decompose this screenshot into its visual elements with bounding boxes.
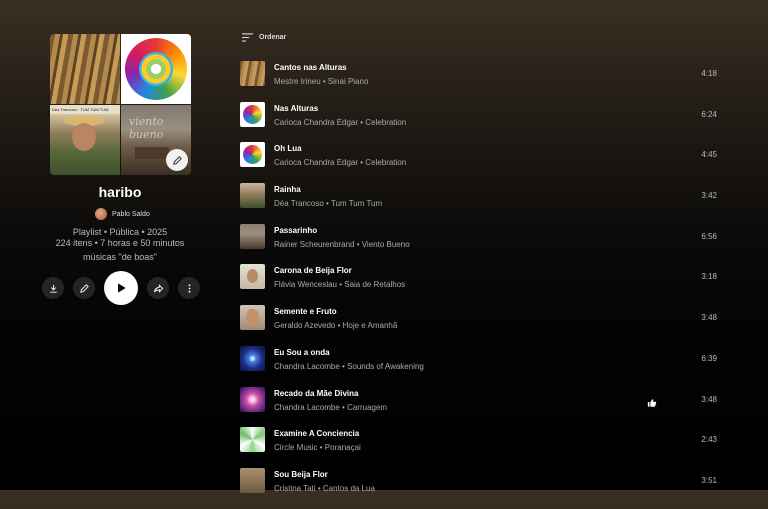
play-icon <box>118 283 126 293</box>
track-subtitle[interactable]: Carioca Chandra Edgar • Celebration <box>274 118 406 127</box>
track-thumbnail[interactable] <box>240 467 265 493</box>
track-thumbnail[interactable] <box>240 305 265 331</box>
playlist-actions <box>42 271 200 305</box>
track-duration: 4:45 <box>701 150 717 160</box>
track-thumbnail[interactable] <box>240 427 265 453</box>
play-button[interactable] <box>104 271 138 305</box>
like-button[interactable] <box>647 395 657 413</box>
house-shape <box>135 147 169 159</box>
track-thumbnail[interactable] <box>240 61 265 86</box>
track-duration: 6:39 <box>701 353 717 363</box>
track-thumbnail[interactable] <box>240 223 265 249</box>
cover-tile-3: Déa Trancoso · TUM TUM TUM <box>50 105 120 175</box>
share-icon <box>153 283 163 293</box>
track-row[interactable]: Rainha Déa Trancoso • Tum Tum Tum 3:42 <box>240 183 768 224</box>
track-list: Cantos nas Alturas Mestre Irineu • Sinai… <box>240 61 768 509</box>
track-thumbnail[interactable] <box>240 101 265 127</box>
pencil-icon <box>172 155 182 165</box>
download-icon <box>49 284 57 293</box>
track-thumbnail[interactable] <box>240 142 265 168</box>
track-duration: 6:24 <box>701 109 717 119</box>
sort-button[interactable]: Ordenar <box>242 33 286 42</box>
track-row[interactable]: Recado da Mãe Divina Chandra Lacombe • C… <box>240 386 768 428</box>
track-duration: 3:48 <box>701 394 717 404</box>
track-subtitle[interactable]: Déa Trancoso • Tum Tum Tum <box>274 199 382 208</box>
track-subtitle[interactable]: Circle Music • Poranaçai <box>274 443 361 452</box>
playlist-type-line: Playlist • Pública • 2025 <box>72 227 168 237</box>
playlist-stats-line: 224 itens • 7 horas e 50 minutos <box>55 238 185 248</box>
track-subtitle[interactable]: Flávia Wenceslau • Saia de Retalhos <box>274 280 405 289</box>
track-duration: 3:18 <box>701 272 717 282</box>
track-subtitle[interactable]: Carioca Chandra Edgar • Celebration <box>274 158 406 167</box>
track-row[interactable]: Sou Beija Flor Cristina Tati • Cantos da… <box>240 467 768 509</box>
cover-tile-2 <box>121 34 191 104</box>
owner-name: Pablo Saldo <box>112 210 150 218</box>
sort-label: Ordenar <box>259 34 287 41</box>
track-title[interactable]: Passarinho <box>274 226 317 235</box>
playlist-owner[interactable]: Pablo Saldo <box>95 208 150 220</box>
track-subtitle[interactable]: Mestre Irineu • Sinai Piano <box>274 77 368 86</box>
track-title[interactable]: Sou Beija Flor <box>274 470 328 479</box>
edit-button[interactable] <box>73 277 95 299</box>
track-subtitle[interactable]: Chandra Lacombe • Carruagem <box>274 403 387 412</box>
playlist-title: haribo <box>98 184 142 200</box>
track-title[interactable]: Oh Lua <box>274 144 302 153</box>
track-subtitle[interactable]: Chandra Lacombe • Sounds of Awakening <box>274 362 424 371</box>
track-title[interactable]: Carona de Beija Flor <box>274 266 352 275</box>
track-duration: 3:51 <box>701 475 717 485</box>
track-duration: 2:43 <box>701 435 717 445</box>
track-duration: 4:18 <box>701 69 717 78</box>
track-subtitle[interactable]: Rainer Scheurenbrand • Viento Bueno <box>274 240 410 249</box>
track-title[interactable]: Semente e Fruto <box>274 307 337 316</box>
playlist-header-panel: Déa Trancoso · TUM TUM TUM viento bueno … <box>0 0 240 490</box>
track-row[interactable]: Carona de Beija Flor Flávia Wenceslau • … <box>240 264 768 305</box>
track-row[interactable]: Examine A Conciencia Circle Music • Pora… <box>240 427 768 468</box>
track-thumbnail[interactable] <box>240 183 265 209</box>
more-vertical-icon <box>188 283 190 293</box>
share-button[interactable] <box>147 277 169 299</box>
thumbs-up-icon <box>647 398 657 407</box>
track-title[interactable]: Recado da Mãe Divina <box>274 389 358 398</box>
track-title[interactable]: Eu Sou a onda <box>274 348 330 357</box>
avatar <box>95 208 107 220</box>
more-options-button[interactable] <box>178 277 200 299</box>
edit-cover-button[interactable] <box>166 149 188 171</box>
track-duration: 3:48 <box>701 313 717 323</box>
track-row[interactable]: Semente e Fruto Geraldo Azevedo • Hoje e… <box>240 305 768 346</box>
track-title[interactable]: Rainha <box>274 185 301 194</box>
download-button[interactable] <box>42 277 64 299</box>
track-thumbnail[interactable] <box>240 386 265 412</box>
track-duration: 3:42 <box>701 191 717 201</box>
track-title[interactable]: Nas Alturas <box>274 104 318 113</box>
track-row[interactable]: Nas Alturas Carioca Chandra Edgar • Cele… <box>240 101 768 143</box>
track-row[interactable]: Oh Lua Carioca Chandra Edgar • Celebrati… <box>240 142 768 183</box>
face-shape <box>72 123 96 151</box>
track-list-panel: Ordenar Cantos nas Alturas Mestre Irineu… <box>240 0 768 493</box>
playlist-description: músicas "de boas" <box>83 252 157 262</box>
pencil-icon <box>79 283 89 293</box>
track-title[interactable]: Cantos nas Alturas <box>274 63 347 72</box>
track-row[interactable]: Passarinho Rainer Scheurenbrand • Viento… <box>240 223 768 265</box>
mandala-image <box>125 38 187 100</box>
track-row[interactable]: Cantos nas Alturas Mestre Irineu • Sinai… <box>240 61 768 102</box>
track-row[interactable]: Eu Sou a onda Chandra Lacombe • Sounds o… <box>240 345 768 387</box>
track-subtitle[interactable]: Cristina Tati • Cantos da Lua <box>274 484 375 493</box>
cover-tile-1 <box>50 34 120 104</box>
cover-tile-3-caption: Déa Trancoso · TUM TUM TUM <box>50 105 120 114</box>
sort-icon <box>242 33 253 42</box>
track-subtitle[interactable]: Geraldo Azevedo • Hoje e Amanhã <box>274 321 397 330</box>
cover-tile-4-caption: viento bueno <box>129 115 164 141</box>
track-thumbnail[interactable] <box>240 345 265 371</box>
track-title[interactable]: Examine A Conciencia <box>274 429 359 438</box>
track-thumbnail[interactable] <box>240 264 265 290</box>
track-duration: 6:56 <box>701 231 717 241</box>
